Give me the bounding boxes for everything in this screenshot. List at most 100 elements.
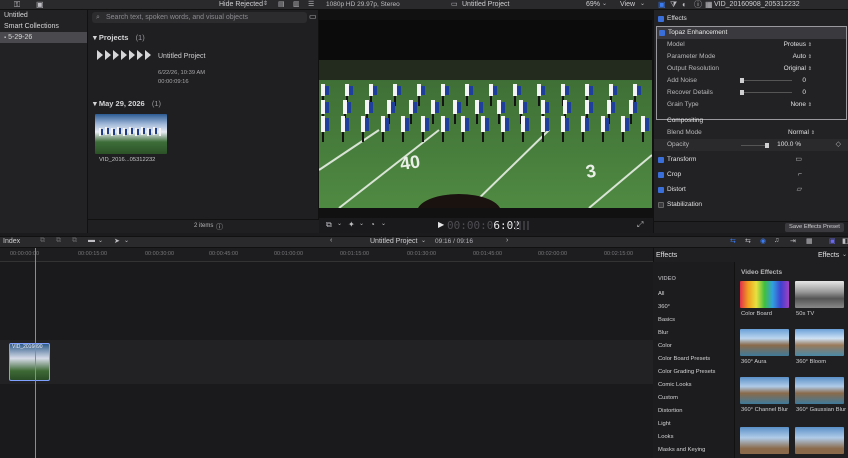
compositing-section-header[interactable]: Compositing [654,115,848,127]
effect-thumb-color-board[interactable] [740,281,789,308]
effects-browser-icon[interactable]: ▣ [829,237,836,245]
param-value[interactable]: 0 [802,75,806,87]
category-item[interactable]: Basics [658,317,675,323]
library-item-smart-collections[interactable]: Smart Collections [0,21,87,32]
effect-thumb-50s-tv[interactable] [795,281,844,308]
insert-edit-icon[interactable]: ⧉ [56,237,61,245]
primary-storyline[interactable] [0,340,653,384]
snapping-icon[interactable]: ⇥ [790,237,796,245]
chevron-down-icon[interactable]: ⌄ [124,237,129,244]
chevron-updown-icon[interactable]: ⇕ [808,99,812,111]
crop-checkbox[interactable] [658,172,664,178]
stabilization-section[interactable]: Stabilization [654,199,848,211]
param-grain-type[interactable]: Grain Type None ⇕ [657,99,846,111]
index-button[interactable]: Index [3,238,20,245]
effects-section-header[interactable]: Effects [654,13,848,25]
category-item[interactable]: Comic Looks [658,382,692,388]
speed-icon[interactable]: ◔ [370,220,375,229]
distort-icon[interactable]: ▱ [797,184,802,196]
zoom-level[interactable]: 69% [586,0,600,9]
param-value[interactable]: None [790,99,806,111]
browser-sidebar-icon[interactable]: ▭ [309,12,317,21]
category-item[interactable]: Color Board Presets [658,356,710,362]
crop-icon[interactable]: ⌐ [798,169,802,181]
category-item[interactable]: Color Grading Presets [658,369,715,375]
photos-icon[interactable]: ▣ [36,0,44,9]
chevron-down-icon[interactable]: ⌄ [602,0,607,9]
effect-thumb-360-channel-blur[interactable] [740,377,789,404]
solo-icon[interactable]: ◉ [760,237,766,245]
category-item[interactable]: 360° [658,304,670,310]
transitions-browser-icon[interactable]: ◧ [842,237,848,245]
filmstrip-icon[interactable]: ▥ [293,0,300,9]
timeline-clip[interactable]: VID_2016090 [9,343,50,381]
category-item[interactable]: Custom [658,395,678,401]
fullscreen-icon[interactable]: ⤢ [637,220,643,230]
effect-thumb-more[interactable] [740,427,789,454]
transform-icon[interactable]: ▭ [795,154,802,166]
param-value[interactable]: Original [784,63,806,75]
transform-section[interactable]: Transform ▭ [654,154,848,166]
chevron-down-icon[interactable]: ⌄ [98,237,103,244]
projects-section-header[interactable]: ▾ Projects (1) [93,33,145,42]
slider-track[interactable] [742,92,792,93]
keyframe-icon[interactable]: ◇ [836,139,841,151]
transform-checkbox[interactable] [658,157,664,163]
date-section-header[interactable]: ▾ May 29, 2026 (1) [93,99,161,108]
overwrite-edit-icon[interactable]: ▬ [88,237,95,244]
transform-tool-icon[interactable]: ⧉ [326,220,332,230]
chevron-updown-icon[interactable]: ⇕ [808,51,812,63]
clip-appearance-icon[interactable]: ▦ [806,237,813,245]
effects-dropdown[interactable]: Effects [818,252,839,259]
category-item[interactable]: All [658,291,664,297]
append-edit-icon[interactable]: ⧉ [72,237,77,245]
info-icon[interactable]: ⓘ [216,222,223,232]
topaz-header[interactable]: Topaz Enhancement [657,27,846,39]
param-value[interactable]: Auto [793,51,806,63]
slider-knob[interactable] [740,78,744,83]
save-effects-preset-button[interactable]: Save Effects Preset [785,223,844,232]
timeline-project-title[interactable]: Untitled Project [370,238,417,245]
chevron-updown-icon[interactable]: ⇕ [808,63,812,75]
slider-knob[interactable] [740,90,744,95]
chevron-down-icon[interactable]: ⌄ [421,237,426,244]
library-item-event[interactable]: ▪ 5-29-26 [0,32,87,43]
param-output-resolution[interactable]: Output Resolution Original ⇕ [657,63,846,75]
select-tool-icon[interactable]: ➤ [114,237,120,245]
effects-checkbox[interactable] [658,16,664,22]
disclosure-down-icon[interactable]: ▾ [93,99,97,108]
color-icon[interactable]: ◐ [682,0,687,9]
param-value[interactable]: 0 [802,87,806,99]
stabilization-checkbox[interactable] [658,202,664,208]
headphones-icon[interactable]: ♫ [774,237,779,244]
effect-thumb-360-bloom[interactable] [795,329,844,356]
video-inspector-icon[interactable]: ▣ [658,0,666,9]
back-icon[interactable]: ‹ [330,237,332,244]
distort-checkbox[interactable] [658,187,664,193]
video-frame[interactable]: 40 3 [319,20,652,208]
enhance-icon[interactable]: ✦ [348,220,355,229]
opacity-value[interactable]: 100.0 % [777,139,801,151]
blend-mode-row[interactable]: Blend Mode Normal ⇕ [654,127,848,139]
param-add-noise[interactable]: Add Noise 0 [657,75,846,87]
chevron-down-icon[interactable]: ⌄ [842,251,847,258]
chevron-down-icon[interactable]: ⌄ [337,220,342,227]
chevron-down-icon[interactable]: ⌄ [359,220,364,227]
slider-track[interactable] [741,145,767,146]
project-thumbnail[interactable] [95,49,153,61]
play-icon[interactable]: ▶ [438,220,444,229]
view-menu[interactable]: View [620,0,635,9]
chevron-down-icon[interactable]: ⌄ [640,0,645,9]
blend-mode-value[interactable]: Normal [788,127,809,139]
forward-icon[interactable]: › [506,237,508,244]
chevron-updown-icon[interactable]: ⇕ [263,0,268,9]
hide-rejected-filter[interactable]: Hide Rejected [219,0,263,9]
audio-skimming-icon[interactable]: ⇆ [745,237,751,245]
list-view-icon[interactable]: ☰ [308,0,314,9]
param-mode[interactable]: Parameter Mode Auto ⇕ [657,51,846,63]
opacity-row[interactable]: Opacity 100.0 % ◇ [654,139,848,151]
param-recover-details[interactable]: Recover Details 0 [657,87,846,99]
category-item[interactable]: Blur [658,330,668,336]
slider-knob[interactable] [765,143,769,148]
search-input[interactable]: ⌕ Search text, spoken words, and visual … [92,12,307,23]
